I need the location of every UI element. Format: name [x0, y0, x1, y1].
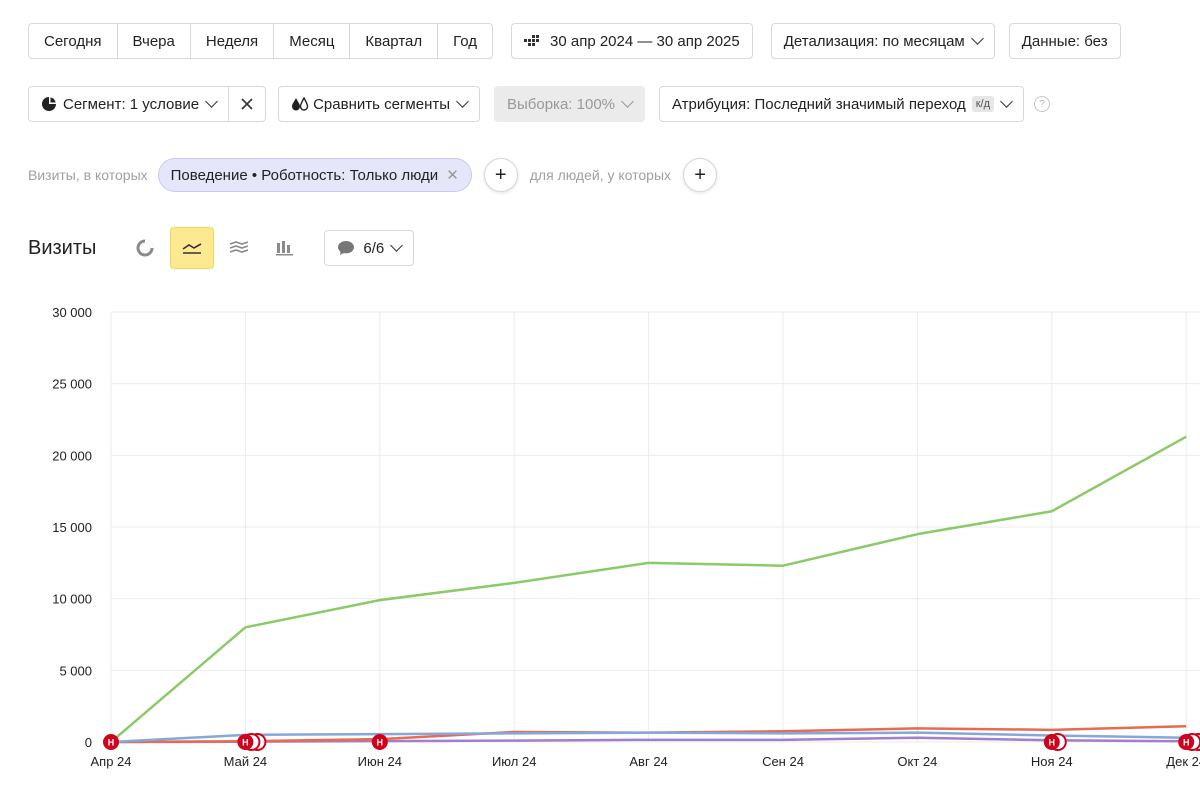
chevron-down-icon	[205, 95, 218, 108]
close-icon[interactable]: ✕	[446, 166, 459, 184]
note-marker-label: Н	[1183, 738, 1190, 748]
segment-label: Сегмент: 1 условие	[63, 95, 200, 113]
x-tick-label: Июн 24	[358, 754, 402, 769]
bar-chart-icon	[276, 241, 294, 256]
period-year-button[interactable]: Год	[438, 24, 492, 58]
pie-icon	[136, 239, 154, 257]
comment-icon	[338, 241, 355, 255]
period-month-button[interactable]: Месяц	[274, 24, 351, 58]
period-week-button[interactable]: Неделя	[191, 24, 275, 58]
segment-pie-icon	[41, 96, 57, 112]
note-marker-label: Н	[1049, 738, 1056, 748]
pie-chart-button[interactable]	[124, 228, 166, 268]
y-tick-label: 15 000	[52, 520, 92, 535]
y-tick-label: 10 000	[52, 592, 92, 607]
filter-row: Визиты, в которых Поведение • Роботность…	[28, 158, 718, 192]
data-label: Данные: без	[1021, 32, 1108, 50]
x-tick-label: Ноя 24	[1031, 754, 1073, 769]
data-dropdown[interactable]: Данные: без	[1008, 23, 1121, 59]
note-marker-label: Н	[377, 738, 384, 748]
x-tick-label: Дек 24	[1166, 754, 1200, 769]
notes-count: 6/6	[363, 239, 385, 257]
y-tick-label: 20 000	[52, 448, 92, 463]
y-tick-label: 5 000	[59, 663, 92, 678]
filter-chip-label: Поведение • Роботность: Только люди	[170, 166, 439, 184]
chevron-down-icon	[621, 95, 634, 108]
bar-chart-button[interactable]	[264, 228, 306, 268]
y-tick-label: 25 000	[52, 377, 92, 392]
note-marker-label: Н	[108, 738, 115, 748]
period-group: Сегодня Вчера Неделя Месяц Квартал Год	[28, 23, 494, 59]
chart-title: Визиты	[28, 236, 97, 259]
compare-label: Сравнить сегменты	[313, 95, 450, 113]
chart-header: Визиты 6/6	[28, 227, 415, 269]
attribution-badge: к/д	[971, 96, 995, 112]
x-tick-label: Авг 24	[629, 754, 667, 769]
chevron-down-icon	[970, 32, 984, 45]
date-range-label: 30 апр 2024 — 30 апр 2025	[550, 32, 740, 50]
date-range-button[interactable]: 30 апр 2024 — 30 апр 2025	[511, 23, 753, 59]
sample-dropdown[interactable]: Выборка: 100%	[494, 86, 645, 122]
detail-dropdown[interactable]: Детализация: по месяцам	[770, 23, 995, 59]
compare-segments-button[interactable]: Сравнить сегменты	[278, 86, 480, 122]
segment-dropdown[interactable]: Сегмент: 1 условие	[28, 86, 267, 122]
line-chart-icon	[182, 243, 202, 254]
close-icon	[241, 98, 253, 110]
attribution-dropdown[interactable]: Атрибуция: Последний значимый переход к/…	[659, 86, 1025, 122]
toolbar-segment: Сегмент: 1 условие Сравнить сегменты Выб…	[28, 86, 1051, 122]
compare-drops-icon	[291, 97, 309, 111]
area-chart-icon	[230, 241, 249, 253]
calendar-icon	[524, 35, 540, 47]
y-tick-label: 30 000	[52, 305, 92, 320]
period-today-button[interactable]: Сегодня	[29, 24, 118, 58]
chevron-down-icon	[390, 239, 404, 252]
x-tick-label: Апр 24	[90, 754, 131, 769]
chevron-down-icon	[456, 95, 469, 108]
people-prefix-label: для людей, у которых	[529, 167, 672, 183]
segment-clear-button[interactable]	[228, 87, 265, 121]
help-icon[interactable]: ?	[1034, 96, 1051, 112]
add-visit-condition-button[interactable]: +	[483, 158, 518, 192]
attribution-label: Атрибуция: Последний значимый переход	[672, 95, 966, 113]
visits-prefix-label: Визиты, в которых	[28, 167, 148, 183]
x-tick-label: Окт 24	[897, 754, 937, 769]
x-tick-label: Июл 24	[492, 754, 536, 769]
notes-dropdown[interactable]: 6/6	[324, 230, 415, 266]
plus-icon: +	[494, 163, 507, 186]
visits-line-chart: 0 5 000 10 000 15 000 20 000 25 000 30 000 Апр…	[52, 305, 1200, 769]
toolbar-period: Сегодня Вчера Неделя Месяц Квартал Год 3…	[28, 23, 1121, 59]
plus-icon: +	[694, 163, 706, 186]
chevron-down-icon	[1000, 95, 1013, 108]
sample-label: Выборка: 100%	[507, 95, 615, 113]
add-people-condition-button[interactable]: +	[683, 158, 718, 192]
filter-chip[interactable]: Поведение • Роботность: Только люди ✕	[157, 158, 472, 192]
period-quarter-button[interactable]: Квартал	[350, 24, 439, 58]
period-yesterday-button[interactable]: Вчера	[118, 24, 191, 58]
line-chart-button[interactable]	[170, 227, 215, 269]
y-tick-label: 0	[85, 735, 92, 750]
x-tick-label: Сен 24	[762, 754, 804, 769]
note-marker-label: Н	[242, 738, 249, 748]
area-chart-button[interactable]	[218, 228, 260, 268]
detail-label: Детализация: по месяцам	[783, 32, 965, 50]
x-tick-label: Май 24	[224, 754, 268, 769]
